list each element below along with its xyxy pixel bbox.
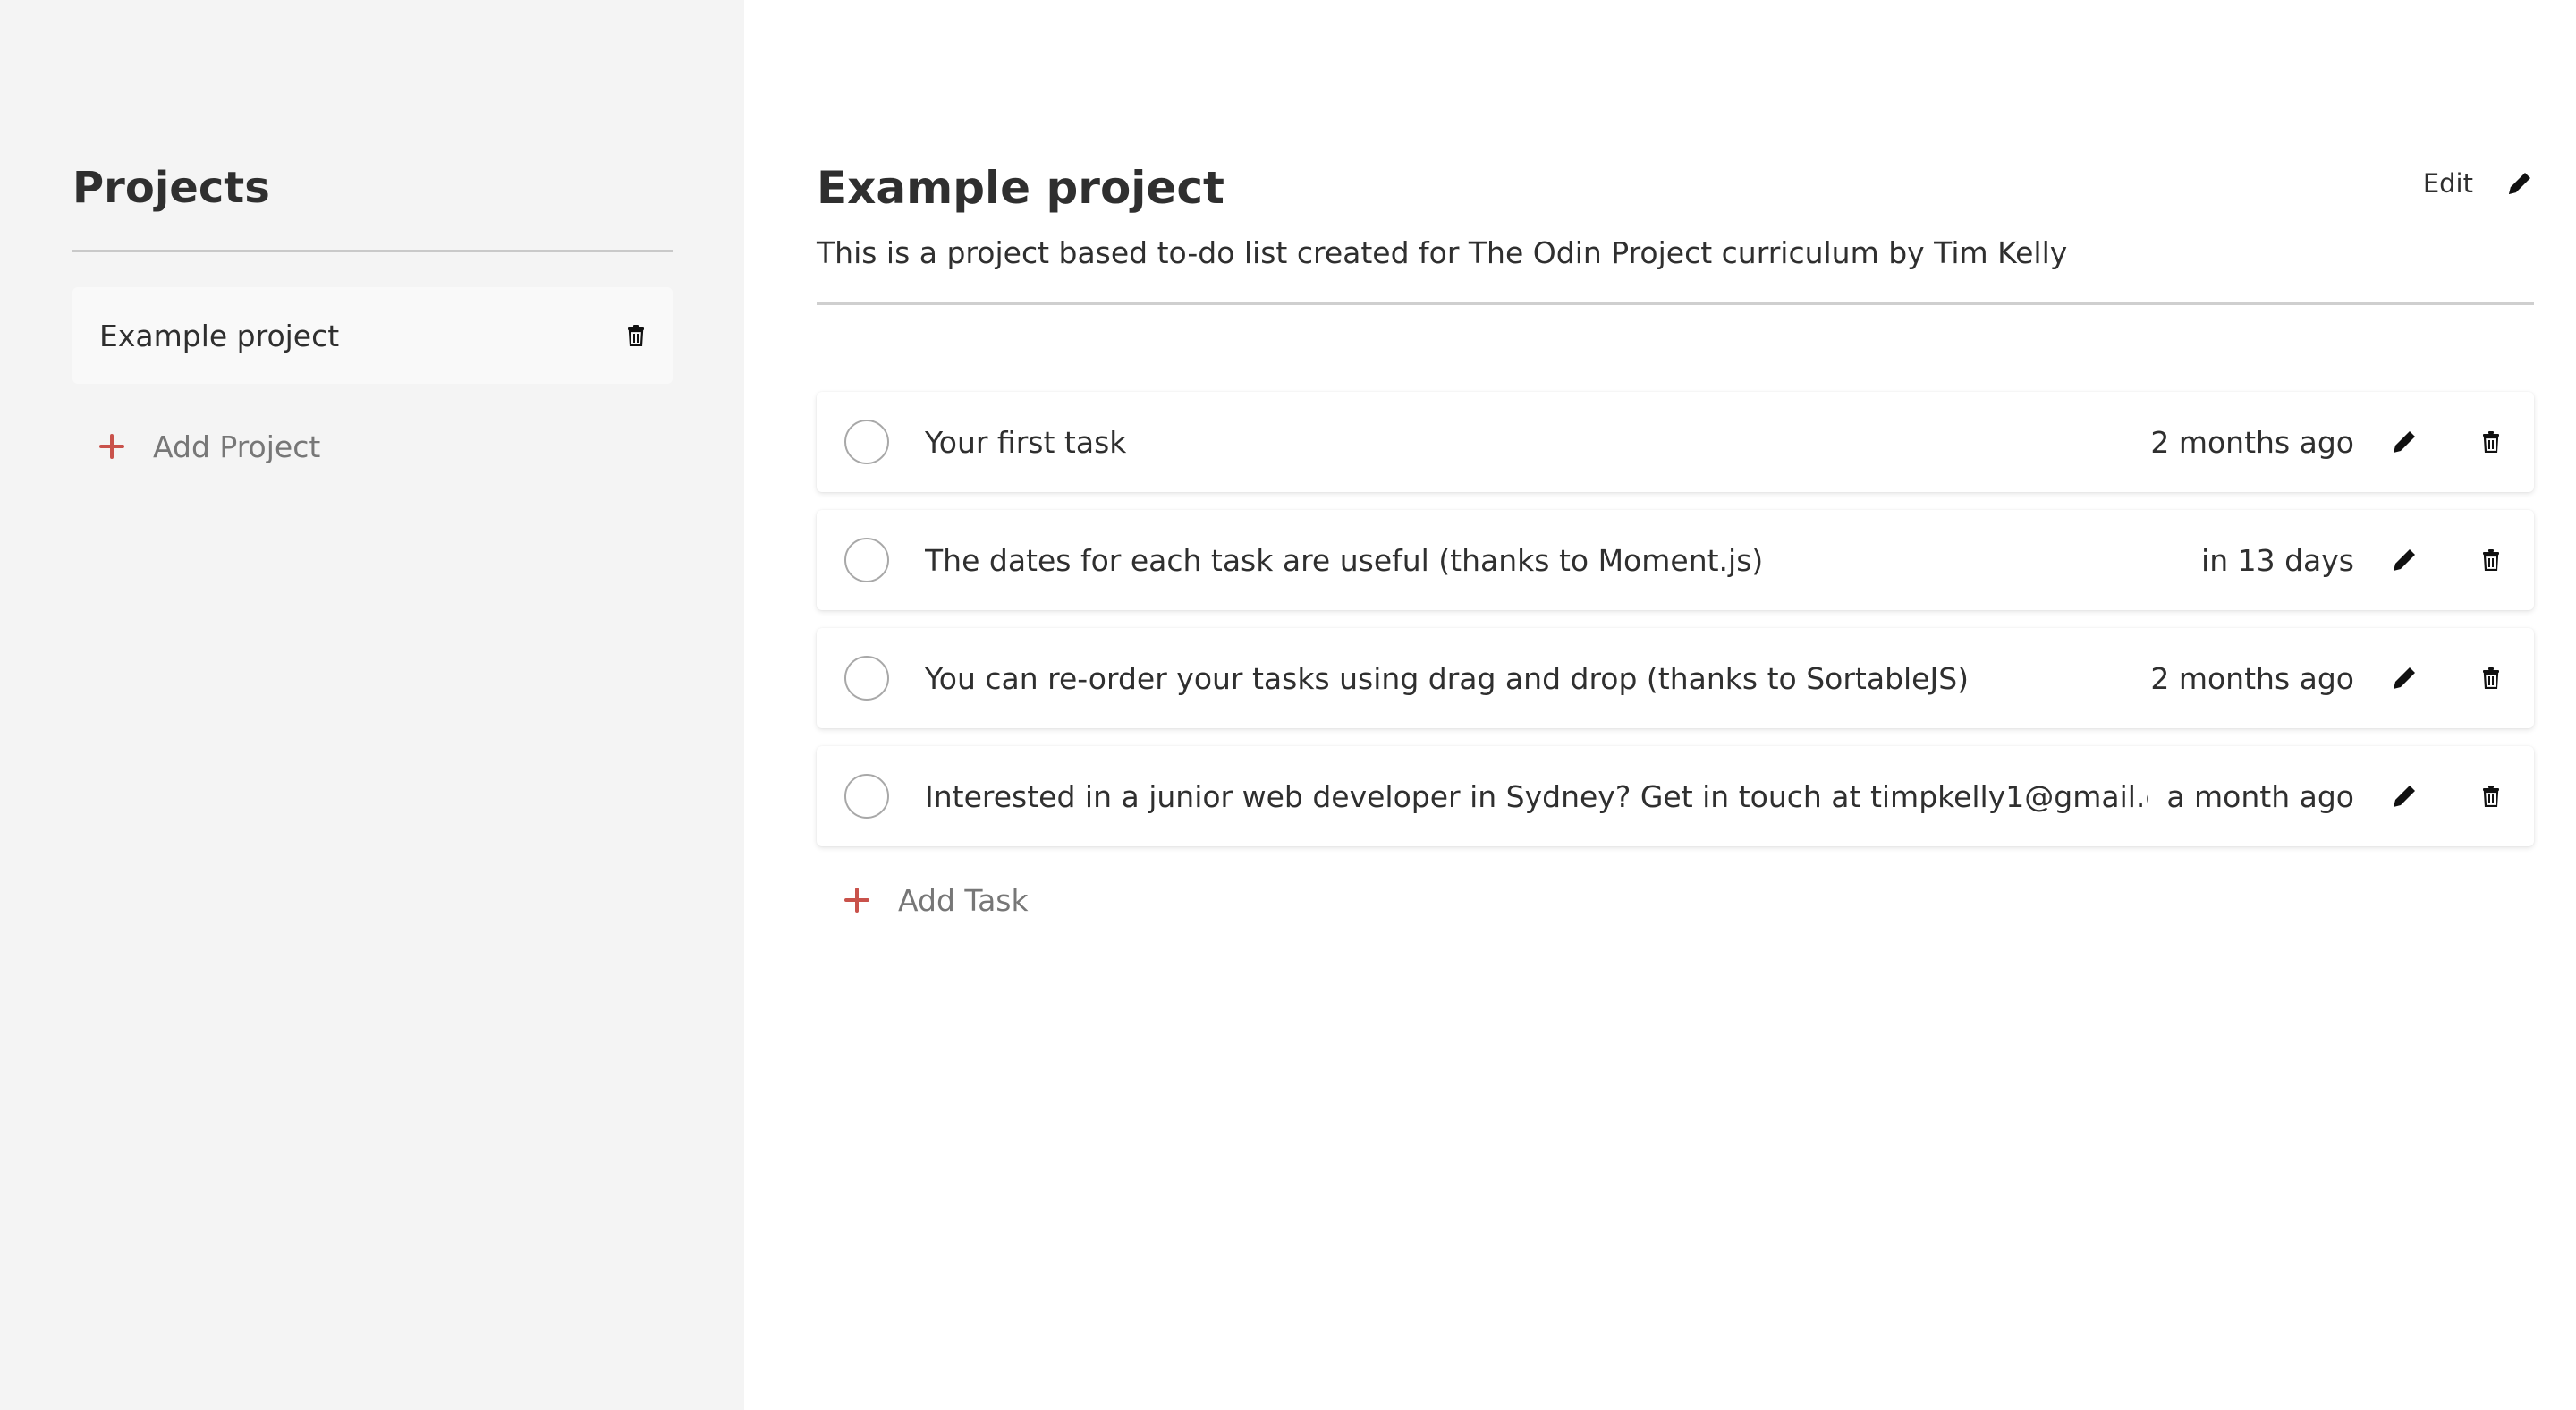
project-title: Example project (817, 162, 1224, 214)
task-date: a month ago (2166, 778, 2354, 814)
add-project-button[interactable]: Add Project (72, 424, 673, 469)
main-content: Example project This is a project based … (744, 0, 2576, 1410)
task-item[interactable]: The dates for each task are useful (than… (817, 510, 2534, 610)
plus-icon (99, 434, 124, 459)
task-checkbox[interactable] (844, 774, 889, 819)
add-project-label: Add Project (153, 429, 321, 464)
edit-label: Edit (2422, 168, 2473, 199)
task-date: in 13 days (2201, 542, 2354, 578)
task-title: The dates for each task are useful (than… (925, 542, 1764, 578)
add-task-button[interactable]: Add Task (817, 878, 2576, 922)
trash-icon[interactable] (626, 324, 646, 347)
task-title: You can re-order your tasks using drag a… (925, 660, 1970, 696)
project-item-label: Example project (99, 318, 340, 353)
task-item[interactable]: Your first task 2 months ago (817, 392, 2534, 492)
sidebar-title: Projects (72, 163, 270, 213)
pencil-icon[interactable] (2505, 169, 2534, 198)
plus-icon (844, 888, 869, 913)
delete-task-icon[interactable] (2481, 430, 2501, 454)
sidebar-item-example-project[interactable]: Example project (72, 287, 673, 384)
task-item[interactable]: You can re-order your tasks using drag a… (817, 628, 2534, 728)
edit-task-icon[interactable] (2390, 428, 2419, 456)
task-checkbox[interactable] (844, 420, 889, 464)
delete-task-icon[interactable] (2481, 785, 2501, 808)
task-title: Interested in a junior web developer in … (925, 778, 2149, 814)
sidebar: Projects Example project Add Project (0, 0, 744, 1410)
task-date: 2 months ago (2150, 424, 2354, 460)
project-description: This is a project based to-do list creat… (817, 235, 2068, 270)
sidebar-divider (72, 250, 673, 252)
edit-task-icon[interactable] (2390, 782, 2419, 811)
delete-task-icon[interactable] (2481, 667, 2501, 690)
main-divider (817, 302, 2534, 305)
task-list: Your first task 2 months ago The dates f… (817, 392, 2534, 846)
task-checkbox[interactable] (844, 538, 889, 582)
edit-task-icon[interactable] (2390, 664, 2419, 692)
add-task-label: Add Task (898, 882, 1029, 918)
project-header: Example project This is a project based … (817, 161, 2534, 272)
delete-task-icon[interactable] (2481, 548, 2501, 572)
edit-project-button[interactable]: Edit (2423, 161, 2534, 206)
task-date: 2 months ago (2150, 660, 2354, 696)
task-item[interactable]: Interested in a junior web developer in … (817, 746, 2534, 846)
app: Projects Example project Add Project Exa… (0, 0, 2576, 1410)
task-checkbox[interactable] (844, 656, 889, 701)
task-title: Your first task (925, 424, 1127, 460)
edit-task-icon[interactable] (2390, 546, 2419, 574)
